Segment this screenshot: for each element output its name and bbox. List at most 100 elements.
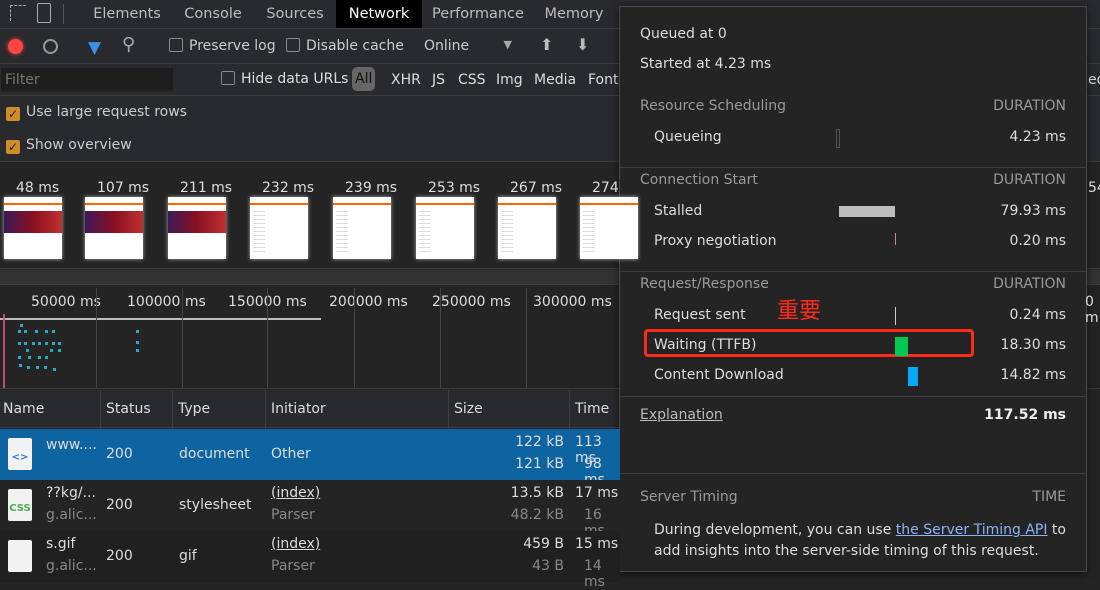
timeline-tick-label: 100000 ms (127, 294, 206, 310)
export-har-icon[interactable]: ⬇ (576, 35, 589, 54)
timeline-gridline (96, 288, 97, 388)
thumbnail-header (250, 197, 308, 205)
timeline-tick-cut: 0 m (1085, 294, 1099, 326)
show-overview-checkbox[interactable]: ✓ Show overview (6, 137, 132, 154)
request-status: 200 (106, 497, 133, 513)
disable-cache-checkbox[interactable]: Disable cache (286, 38, 404, 54)
device-toolbar-icon[interactable] (37, 3, 51, 23)
request-waterfall-mark (20, 324, 23, 327)
column-initiator[interactable]: Initiator (268, 390, 326, 428)
latency-time: 14 ms (584, 558, 605, 590)
inspect-element-icon[interactable] (10, 5, 26, 21)
html-document-icon: <> (8, 438, 32, 470)
table-row[interactable]: <> www.... 200 document Other 122 kB 121 kB 113… (0, 429, 620, 488)
timeline-gridline (526, 288, 527, 388)
table-row[interactable]: s.gif g.alic... 200 gif (index) Parser 459 B 43… (0, 531, 620, 590)
request-waterfall-mark (24, 330, 27, 333)
server-timing-text-3: add insights into the server-side timing… (654, 543, 1039, 559)
filter-icon[interactable]: ▼ (88, 38, 101, 58)
clear-button[interactable] (43, 39, 58, 54)
request-name: www.... (46, 437, 97, 453)
timing-phase-label: Waiting (TTFB) (654, 337, 757, 353)
record-button[interactable] (8, 39, 23, 54)
timing-phase-value: 4.23 ms (1009, 129, 1066, 145)
tab-memory[interactable]: Memory (534, 0, 614, 28)
search-icon[interactable]: ⚲ (122, 34, 135, 55)
tab-sources[interactable]: Sources (254, 0, 336, 28)
import-har-icon[interactable]: ⬆ (540, 35, 553, 54)
divider (620, 167, 1086, 168)
filmstrip-time: 239 ms (345, 180, 398, 196)
tab-performance[interactable]: Performance (422, 0, 534, 28)
dom-content-loaded-marker (3, 314, 5, 388)
request-domain: g.alic... (46, 558, 97, 574)
type-filter-media[interactable]: Media (534, 72, 576, 88)
filmstrip-thumbnail[interactable] (416, 197, 474, 259)
time-label: TIME (1032, 489, 1066, 505)
type-filter-all[interactable]: All (352, 67, 376, 91)
hide-data-urls-checkbox[interactable]: Hide data URLs (221, 71, 348, 87)
type-filter-img[interactable]: Img (496, 72, 523, 88)
filmstrip-time: 267 ms (510, 180, 563, 196)
request-waterfall-mark (36, 366, 39, 369)
request-domain: g.alic... (46, 507, 97, 523)
timing-section-title: Resource Scheduling (640, 98, 787, 114)
request-waterfall-mark (19, 364, 22, 367)
initiator-type: Parser (271, 558, 315, 574)
thumbnail-header (416, 197, 474, 205)
type-filter-xhr[interactable]: XHR (391, 72, 421, 88)
filmstrip-thumbnail[interactable] (4, 197, 62, 259)
type-filter-js[interactable]: JS (432, 72, 445, 88)
request-status: 200 (106, 446, 133, 462)
table-row[interactable]: CSS ??kg/... g.alic... 200 stylesheet (index)… (0, 480, 620, 539)
timing-phase-value: 0.20 ms (1009, 233, 1066, 249)
divider (63, 4, 64, 24)
large-rows-checkbox[interactable]: ✓ Use large request rows (6, 104, 187, 121)
timeline-gridline (440, 288, 441, 388)
type-filter-css[interactable]: CSS (458, 72, 486, 88)
column-size[interactable]: Size (451, 390, 483, 428)
filmstrip-thumbnail[interactable] (498, 197, 556, 259)
timing-phase-label: Proxy negotiation (654, 233, 777, 249)
initiator-link[interactable]: (index) (271, 536, 320, 552)
request-name: s.gif (46, 536, 76, 552)
hide-data-urls-label: Hide data URLs (241, 71, 349, 87)
column-status[interactable]: Status (103, 390, 151, 428)
request-waterfall-mark (53, 368, 56, 371)
column-name[interactable]: Name (0, 390, 44, 428)
throttling-select[interactable]: Online ▼ (424, 38, 516, 54)
column-time[interactable]: Time (572, 390, 609, 428)
transferred-size: 459 B (523, 536, 564, 552)
duration-label: DURATION (993, 276, 1066, 292)
filmstrip-thumbnail[interactable] (250, 197, 308, 259)
request-type: gif (179, 548, 197, 564)
thumbnail-sidebar (583, 211, 595, 255)
explanation-link[interactable]: Explanation (640, 407, 723, 423)
type-filter-font[interactable]: Font (588, 72, 618, 88)
preserve-log-checkbox[interactable]: Preserve log (169, 38, 276, 54)
timing-bar (838, 206, 895, 217)
total-duration: 117.52 ms (984, 407, 1066, 423)
filmstrip-thumbnail[interactable] (333, 197, 391, 259)
column-type[interactable]: Type (175, 390, 210, 428)
timeline-gridline (267, 288, 268, 388)
timing-popover: Queued at 0 Started at 4.23 ms Explanati… (619, 6, 1087, 572)
overview-range-bar[interactable] (0, 318, 321, 320)
filmstrip-thumbnail[interactable] (580, 197, 638, 259)
request-waterfall-mark (45, 342, 48, 345)
total-time: 17 ms (575, 485, 619, 501)
filmstrip-thumbnail[interactable] (85, 197, 143, 259)
server-timing-text-2: to (1047, 522, 1066, 538)
initiator-link[interactable]: (index) (271, 485, 320, 501)
filmstrip-thumbnail[interactable] (168, 197, 226, 259)
filmstrip-time: 253 ms (428, 180, 481, 196)
request-name: ??kg/... (46, 485, 96, 501)
timeline-tick-label: 250000 ms (432, 294, 511, 310)
tab-elements[interactable]: Elements (82, 0, 172, 28)
tab-console[interactable]: Console (172, 0, 254, 28)
tab-network[interactable]: Network (336, 0, 422, 28)
filter-input[interactable] (1, 68, 173, 91)
blank-file-icon (8, 540, 32, 572)
divider (620, 473, 1086, 474)
server-timing-api-link[interactable]: the Server Timing API (896, 522, 1048, 538)
